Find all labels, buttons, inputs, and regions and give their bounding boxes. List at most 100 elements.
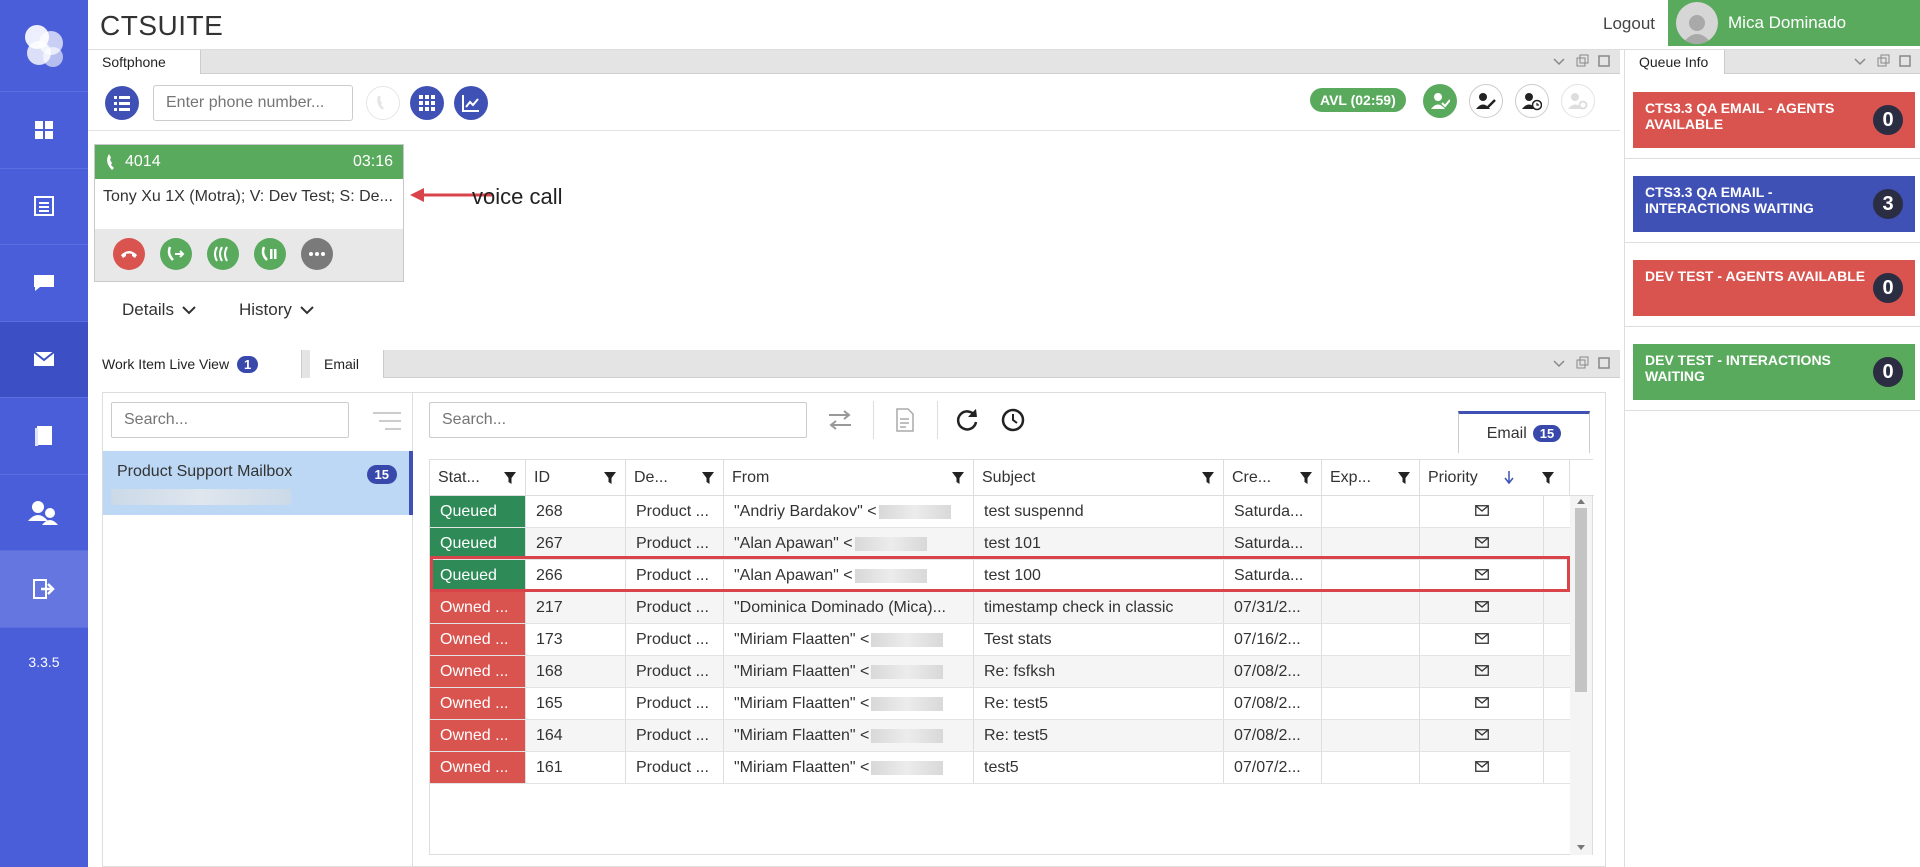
- scroll-up-icon[interactable]: [1576, 497, 1586, 505]
- email-grid-tab[interactable]: Email 15: [1458, 411, 1590, 453]
- nav-signout[interactable]: [0, 551, 88, 628]
- scroll-down-icon[interactable]: [1576, 844, 1586, 852]
- refresh-icon[interactable]: [954, 407, 980, 433]
- table-row[interactable]: Owned ... 161 Product ... "Miriam Flaatten"…: [430, 752, 1570, 784]
- filter-icon[interactable]: [951, 471, 965, 485]
- table-row[interactable]: Owned ... 217 Product ... "Dominica Dominad…: [430, 592, 1570, 624]
- column-header-department[interactable]: De...: [626, 460, 724, 496]
- filter-icon[interactable]: [701, 471, 715, 485]
- agent-available-button[interactable]: [1423, 84, 1457, 118]
- cell-text: "Miriam Flaatten" <: [734, 695, 870, 712]
- queue-card[interactable]: CTS3.3 QA EMAIL - INTERACTIONS WAITING 3: [1633, 176, 1915, 232]
- tab-softphone[interactable]: Softphone: [88, 50, 201, 74]
- filter-icon[interactable]: [1201, 471, 1215, 485]
- grid-scrollbar[interactable]: [1570, 496, 1592, 855]
- column-header-label: From: [732, 469, 770, 486]
- logout-link[interactable]: Logout: [1603, 14, 1655, 34]
- clock-icon[interactable]: [1001, 408, 1025, 432]
- dialpad-button[interactable]: [410, 86, 444, 120]
- table-row[interactable]: Owned ... 173 Product ... "Miriam Flaatten"…: [430, 624, 1570, 656]
- restore-icon[interactable]: [1876, 54, 1890, 68]
- sort-desc-icon[interactable]: [1504, 470, 1514, 486]
- divider: [1625, 158, 1920, 159]
- table-row[interactable]: Owned ... 165 Product ... "Miriam Flaatten"…: [430, 688, 1570, 720]
- grid-search-input[interactable]: [429, 402, 807, 438]
- filter-lines-icon[interactable]: [371, 410, 403, 432]
- nav-dashboard[interactable]: [0, 92, 88, 169]
- maximize-icon[interactable]: [1597, 356, 1611, 370]
- filter-icon[interactable]: [603, 471, 617, 485]
- tab-email[interactable]: Email: [302, 350, 384, 378]
- collapse-icon[interactable]: [1552, 356, 1566, 370]
- ellipsis-icon: [309, 252, 325, 256]
- nav-email[interactable]: [0, 321, 88, 398]
- tab-work-item-live-view[interactable]: Work Item Live View 1: [88, 350, 302, 378]
- availability-status-badge[interactable]: AVL (02:59): [1310, 88, 1406, 112]
- column-header-expires[interactable]: Exp...: [1322, 460, 1420, 496]
- dialpad-list-button[interactable]: [105, 86, 139, 120]
- stats-button[interactable]: [454, 86, 488, 120]
- call-number: 4014: [125, 153, 161, 170]
- table-row[interactable]: Queued 267 Product ... "Alan Apawan" < test …: [430, 528, 1570, 560]
- column-header-subject[interactable]: Subject: [974, 460, 1224, 496]
- restore-icon[interactable]: [1575, 356, 1589, 370]
- transfer-button[interactable]: [160, 238, 192, 270]
- mailbox-column: Product Support Mailbox 15: [103, 393, 413, 867]
- agent-settings-button[interactable]: [1561, 84, 1595, 118]
- cell-priority: [1420, 688, 1544, 719]
- cell-text: "Alan Apawan" <: [734, 567, 853, 584]
- softphone-panel: Softphone AVL (02:59) 4014 03:16 Tony Xu…: [88, 50, 1620, 347]
- column-header-priority[interactable]: Priority: [1420, 460, 1570, 496]
- more-actions-button[interactable]: [301, 238, 333, 270]
- phone-number-input[interactable]: [153, 85, 353, 121]
- dial-button[interactable]: [366, 86, 400, 120]
- table-row[interactable]: Queued 266 Product ... "Alan Apawan" < test …: [430, 560, 1570, 592]
- mailbox-search-input[interactable]: [111, 402, 349, 438]
- queue-card-count: 0: [1873, 357, 1903, 387]
- queue-card[interactable]: DEV TEST - AGENTS AVAILABLE 0: [1633, 260, 1915, 316]
- column-header-created[interactable]: Cre...: [1224, 460, 1322, 496]
- nav-list[interactable]: [0, 169, 88, 245]
- column-header-id[interactable]: ID: [526, 460, 626, 496]
- table-row[interactable]: Queued 268 Product ... "Andriy Bardakov" < t…: [430, 496, 1570, 528]
- hold-button[interactable]: [254, 238, 286, 270]
- envelope-icon: [1474, 761, 1489, 772]
- active-call-card[interactable]: 4014 03:16 Tony Xu 1X (Motra); V: Dev Te…: [94, 144, 404, 282]
- nav-users[interactable]: [0, 475, 88, 551]
- mailbox-item[interactable]: Product Support Mailbox 15: [103, 451, 413, 515]
- restore-icon[interactable]: [1575, 54, 1589, 68]
- redacted-email: [854, 568, 927, 583]
- queue-card[interactable]: CTS3.3 QA EMAIL - AGENTS AVAILABLE 0: [1633, 92, 1915, 148]
- filter-icon[interactable]: [1299, 471, 1313, 485]
- agent-edit-button[interactable]: [1469, 84, 1503, 118]
- scroll-thumb[interactable]: [1575, 508, 1587, 692]
- history-dropdown[interactable]: History: [239, 300, 314, 320]
- nav-book[interactable]: [0, 398, 88, 475]
- filter-icon[interactable]: [1541, 471, 1555, 485]
- agent-clock-button[interactable]: [1515, 84, 1549, 118]
- cell-status: Queued: [430, 496, 526, 527]
- collapse-icon[interactable]: [1853, 54, 1867, 68]
- nav-chat[interactable]: [0, 245, 88, 322]
- collapse-icon[interactable]: [1552, 54, 1566, 68]
- filter-icon[interactable]: [503, 471, 517, 485]
- maximize-icon[interactable]: [1898, 54, 1912, 68]
- call-description: Tony Xu 1X (Motra); V: Dev Test; S: De..…: [95, 179, 403, 229]
- user-menu[interactable]: Mica Dominado: [1668, 0, 1920, 46]
- cell-department: Product ...: [626, 528, 724, 559]
- filter-icon[interactable]: [1397, 471, 1411, 485]
- column-header-from[interactable]: From: [724, 460, 974, 496]
- details-dropdown[interactable]: Details: [122, 300, 196, 320]
- queue-card[interactable]: DEV TEST - INTERACTIONS WAITING 0: [1633, 344, 1915, 400]
- tab-queue-info[interactable]: Queue Info: [1625, 50, 1725, 74]
- maximize-icon[interactable]: [1597, 54, 1611, 68]
- cell-text: Product ...: [636, 503, 709, 520]
- conference-button[interactable]: [207, 238, 239, 270]
- cell-from: "Miriam Flaatten" <: [724, 720, 974, 751]
- document-icon[interactable]: [895, 408, 915, 432]
- table-row[interactable]: Owned ... 168 Product ... "Miriam Flaatten"…: [430, 656, 1570, 688]
- table-row[interactable]: Owned ... 164 Product ... "Miriam Flaatten"…: [430, 720, 1570, 752]
- column-header-status[interactable]: Stat...: [430, 460, 526, 496]
- swap-icon[interactable]: [827, 409, 853, 431]
- hangup-button[interactable]: [113, 238, 145, 270]
